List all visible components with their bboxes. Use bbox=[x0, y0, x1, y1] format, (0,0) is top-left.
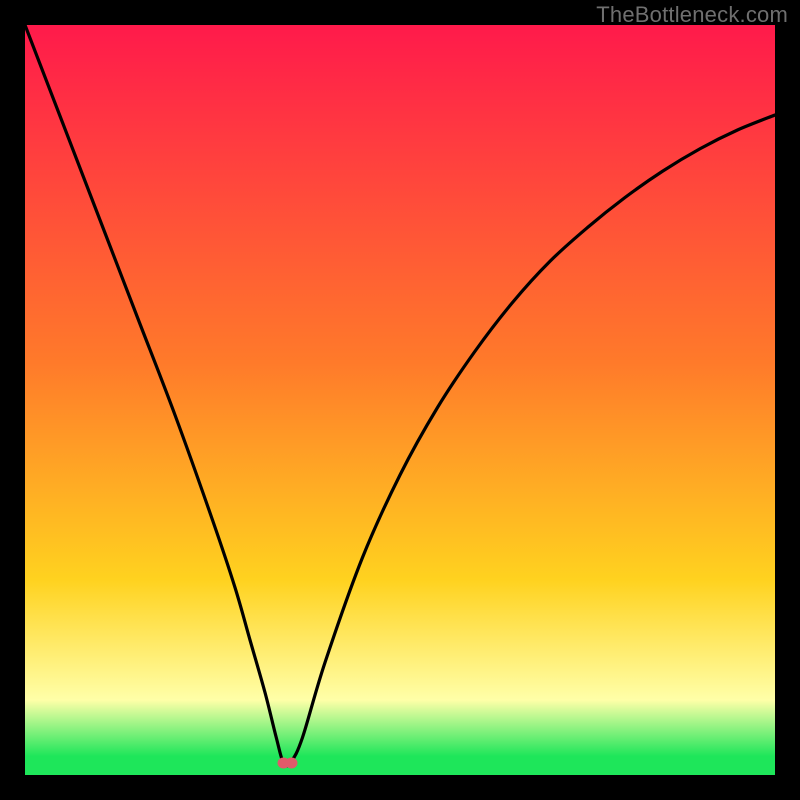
bottleneck-chart bbox=[25, 25, 775, 775]
optimal-point-marker bbox=[278, 758, 298, 769]
chart-frame bbox=[25, 25, 775, 775]
chart-background bbox=[25, 25, 775, 775]
